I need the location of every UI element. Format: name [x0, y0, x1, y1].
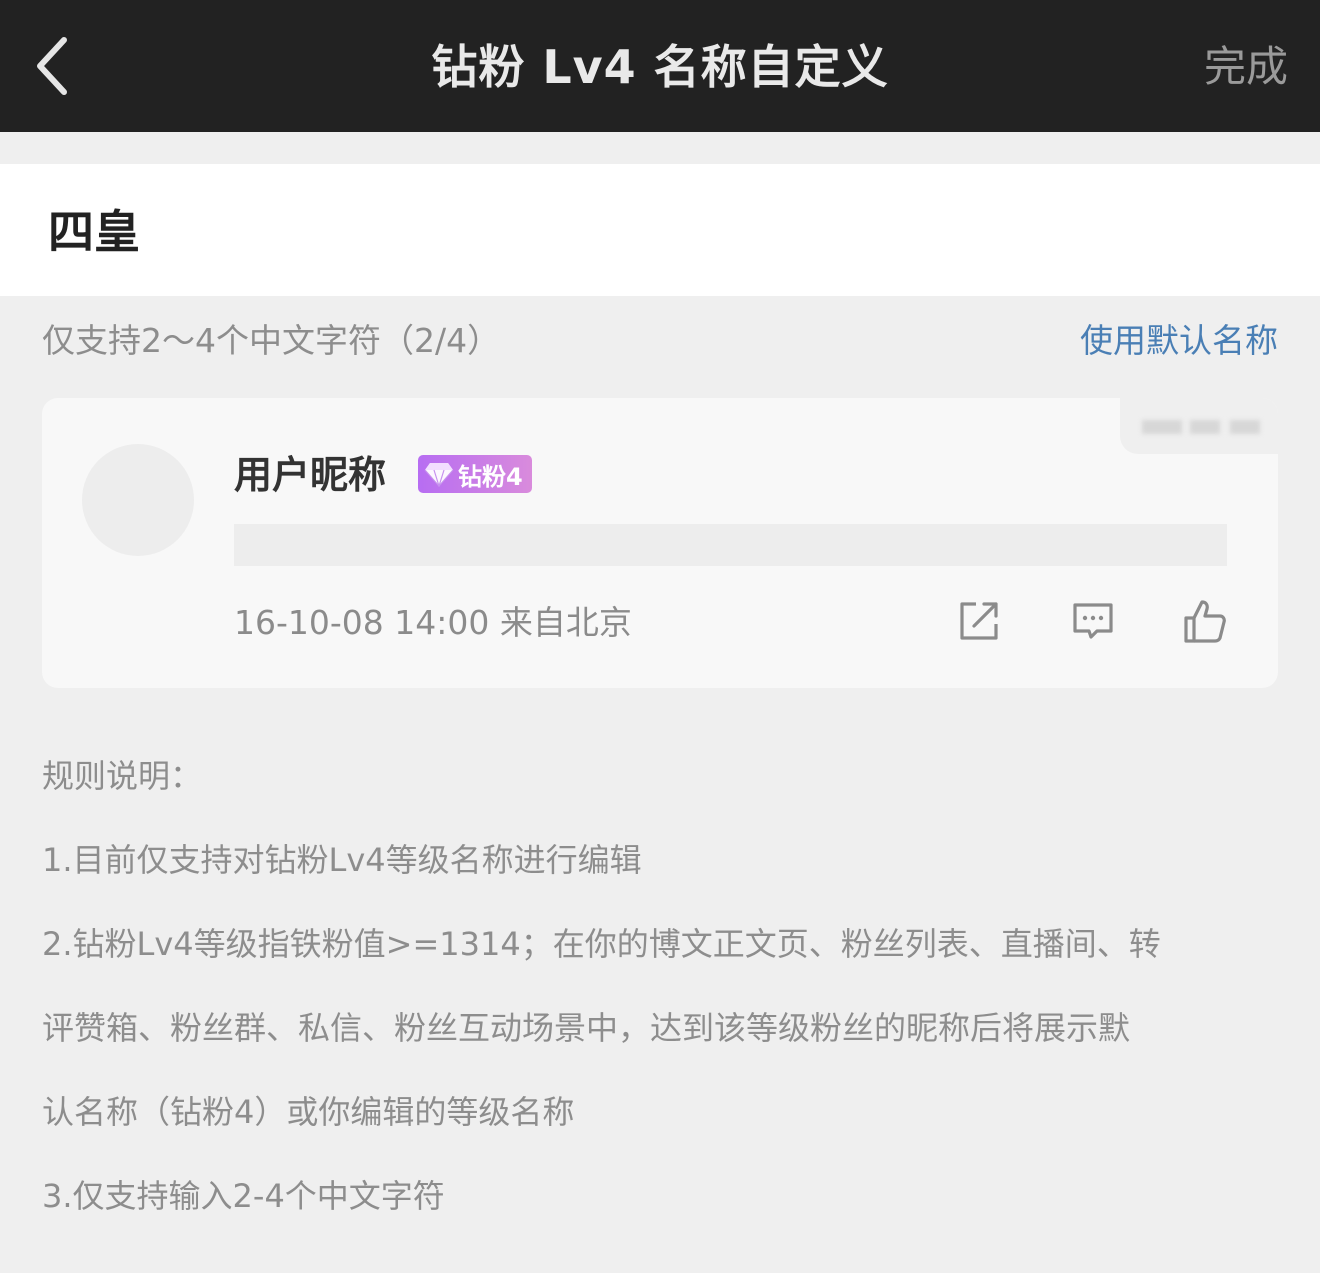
- share-button[interactable]: [956, 598, 1002, 644]
- diamond-icon: [424, 463, 454, 487]
- like-icon: [1184, 600, 1226, 643]
- done-button[interactable]: 完成: [1204, 36, 1288, 98]
- nickname: 用户昵称: [234, 453, 387, 497]
- rules-line: 评赞箱、粉丝群、私信、粉丝互动场景中，达到该等级粉丝的昵称后将展示默: [42, 1009, 1131, 1047]
- rules-section: 规则说明： 1.目前仅支持对钻粉Lv4等级名称进行编辑 2.钻粉Lv4等级指铁粉…: [42, 734, 1282, 1238]
- rules-line: 认名称（钻粉4）或你编辑的等级名称: [42, 1093, 575, 1131]
- content-placeholder: [234, 524, 1227, 566]
- level-name-input[interactable]: [48, 196, 1248, 262]
- use-default-name-link[interactable]: 使用默认名称: [1080, 316, 1278, 366]
- rules-line: 1.目前仅支持对钻粉Lv4等级名称进行编辑: [42, 841, 642, 879]
- fan-level-badge: 钻粉4: [418, 455, 532, 493]
- char-limit-hint: 仅支持2～4个中文字符（2/4）: [42, 321, 501, 360]
- avatar: [82, 444, 194, 556]
- post-meta: 16-10-08 14:00 来自北京: [234, 603, 632, 642]
- name-input-row: [0, 164, 1320, 296]
- preview-card: 用户昵称 钻粉4 16-10-08 14:00 来自北京: [42, 398, 1278, 688]
- comment-icon: [1073, 603, 1113, 639]
- page-title: 钻粉 Lv4 名称自定义: [431, 40, 889, 94]
- rules-line: 3.仅支持输入2-4个中文字符: [42, 1177, 445, 1215]
- share-icon: [960, 602, 998, 640]
- rules-title: 规则说明：: [42, 757, 203, 795]
- rules-line: 2.钻粉Lv4等级指铁粉值>=1314；在你的博文正文页、粉丝列表、直播间、转: [42, 925, 1161, 963]
- comment-button[interactable]: [1070, 598, 1116, 644]
- badge-label: 钻粉4: [458, 462, 523, 491]
- like-button[interactable]: [1182, 598, 1228, 644]
- navbar: 钻粉 Lv4 名称自定义 完成: [0, 0, 1320, 132]
- card-corner-tag: [1120, 398, 1278, 454]
